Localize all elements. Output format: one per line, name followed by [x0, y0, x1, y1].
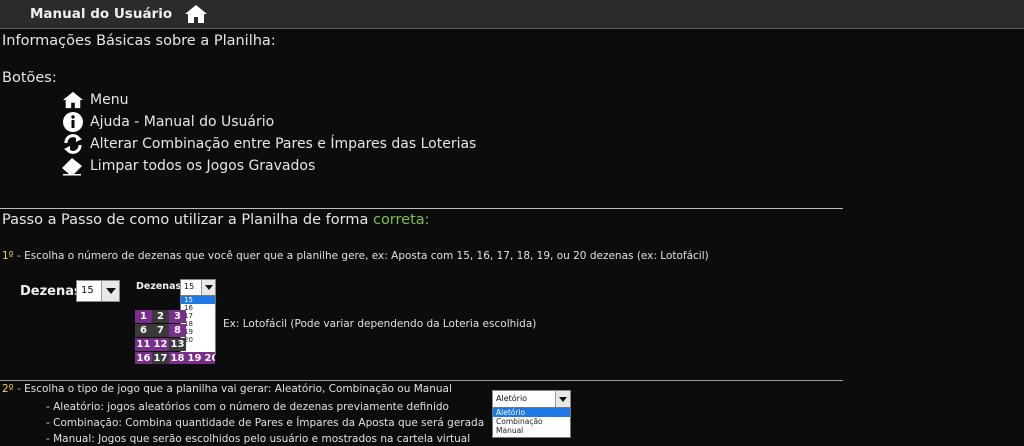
grid-number: 7 [152, 324, 169, 337]
step-1-text: Escolha o número de dezenas que você que… [20, 250, 709, 262]
step-2: 2º - Escolha o tipo de jogo que a planil… [2, 383, 452, 395]
dezenas-example-label: Dezenas [136, 281, 182, 292]
game-type-option[interactable]: Combinação [493, 417, 570, 426]
dezenas-example-value: 15 [184, 282, 195, 291]
game-type-select[interactable]: Aletório [492, 390, 571, 408]
step-2-item: - Combinação: Combina quantidade de Pare… [46, 417, 485, 429]
grid-number: 8 [169, 324, 186, 337]
legend-clear-label: Limpar todos os Jogos Gravados [90, 158, 316, 174]
game-type-option[interactable]: Aletório [493, 408, 570, 417]
legend-clear: Limpar todos os Jogos Gravados [62, 155, 315, 177]
step-2-item: - Manual: Jogos que serão escolhidos pel… [46, 433, 471, 445]
grid-number: 19 [186, 352, 203, 364]
steps-heading-text: Passo a Passo de como utilizar a Planilh… [2, 212, 373, 228]
divider [0, 380, 843, 381]
legend-combination-label: Alterar Combinação entre Pares e Ímpares… [90, 136, 477, 152]
grid-number: 20 [203, 352, 215, 364]
step-2-text: Escolha o tipo de jogo que a planilha va… [20, 383, 452, 395]
dezenas-example-select[interactable]: 15 [180, 279, 216, 296]
dezenas-select[interactable]: 15 [76, 280, 120, 302]
steps-heading: Passo a Passo de como utilizar a Planilh… [2, 212, 430, 228]
chevron-down-icon[interactable] [101, 281, 119, 301]
grid-number: 17 [152, 352, 169, 364]
legend-help-label: Ajuda - Manual do Usuário [90, 114, 275, 130]
step-2-item: - Aleatório: jogos aleatórios com o núme… [46, 401, 449, 413]
divider [0, 208, 843, 209]
grid-number: 13 [169, 338, 186, 351]
grid-number: 18 [169, 352, 186, 364]
home-icon [62, 89, 84, 111]
grid-number: 1 [135, 310, 152, 323]
info-icon [62, 111, 84, 133]
grid-number: 3 [169, 310, 186, 323]
lotofacil-example-note: Ex: Lotofácil (Pode variar dependendo da… [223, 318, 537, 330]
game-type-value: Aletório [496, 394, 528, 403]
chevron-down-icon[interactable] [555, 391, 570, 407]
legend-combination: Alterar Combinação entre Pares e Ímpares… [62, 133, 476, 155]
grid-number: 6 [135, 324, 152, 337]
step-1-number: 1º - [2, 250, 21, 262]
chevron-down-icon[interactable] [201, 280, 215, 295]
legend-help: Ajuda - Manual do Usuário [62, 111, 274, 133]
refresh-icon [62, 133, 84, 155]
game-type-option[interactable]: Manual [493, 426, 570, 435]
dezenas-select-value: 15 [81, 285, 94, 296]
home-button[interactable] [184, 3, 208, 25]
grid-number: 11 [135, 338, 152, 351]
legend-menu: Menu [62, 89, 128, 111]
dezenas-option[interactable]: 15 [181, 296, 215, 304]
page-title: Manual do Usuário [30, 6, 173, 22]
grid-number: 2 [152, 310, 169, 323]
intro-heading: Informações Básicas sobre a Planilha: [2, 33, 276, 49]
lottery-grid: 1 2 3 6 7 8 11 12 13 16 17 18 19 20 [135, 310, 215, 364]
buttons-heading: Botões: [2, 70, 57, 86]
game-type-dropdown-list: Aletório Combinação Manual [492, 407, 571, 438]
step-1: 1º - Escolha o número de dezenas que voc… [2, 250, 709, 262]
dezenas-label: Dezenas [20, 284, 82, 299]
steps-heading-accent: correta: [372, 212, 430, 228]
grid-number: 12 [152, 338, 169, 351]
legend-menu-label: Menu [90, 92, 129, 108]
eraser-icon [62, 155, 84, 177]
step-2-number: 2º - [2, 383, 21, 395]
grid-number: 16 [135, 352, 152, 364]
home-icon [185, 5, 207, 23]
